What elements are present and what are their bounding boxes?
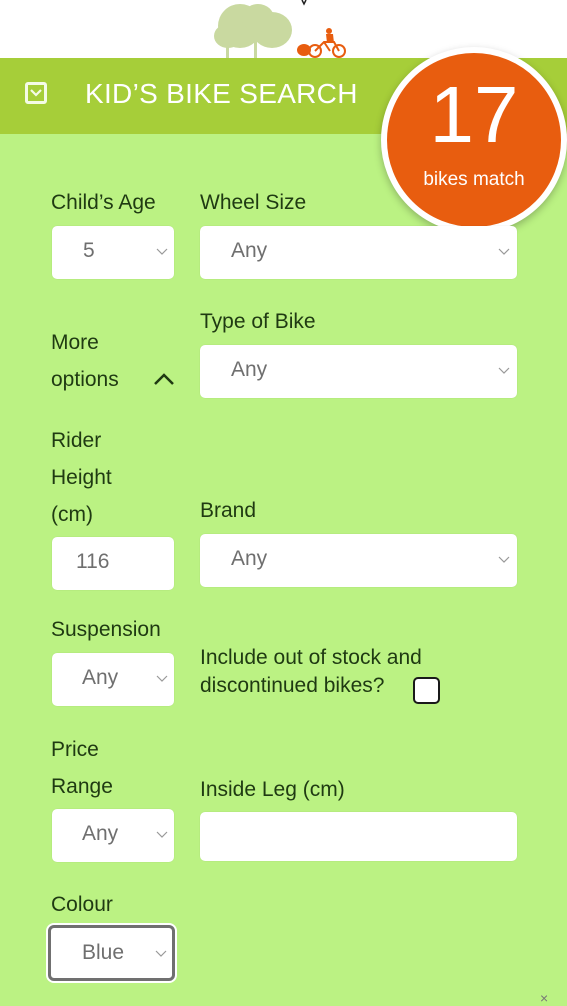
page-title: KID’S BIKE SEARCH (85, 78, 358, 109)
chevron-down-icon (498, 248, 510, 255)
chevron-down-icon (156, 248, 168, 255)
wheel-size-select[interactable]: Any (200, 226, 517, 279)
brand-label: Brand (200, 499, 257, 522)
chevron-down-icon (155, 950, 167, 957)
rider-height-label-line2: Height (51, 466, 112, 489)
suspension-label: Suspension (51, 618, 161, 641)
rider-height-value: 116 (76, 550, 110, 573)
type-of-bike-select[interactable]: Any (200, 345, 517, 398)
include-out-of-stock-label-line2: discontinued bikes? (200, 674, 385, 697)
childs-age-label: Child’s Age (51, 191, 156, 214)
match-label: bikes match (423, 169, 525, 190)
childs-age-select[interactable]: 5 (52, 226, 174, 279)
suspension-select[interactable]: Any (52, 653, 174, 706)
price-range-select[interactable]: Any (52, 809, 174, 862)
chevron-down-icon (156, 831, 168, 838)
rider-height-label-line3: (cm) (51, 503, 93, 526)
include-out-of-stock-label-line1: Include out of stock and (200, 646, 422, 669)
include-out-of-stock-checkbox[interactable] (413, 677, 440, 704)
match-count-badge: 17 bikes match (381, 47, 567, 233)
chevron-down-icon (498, 367, 510, 374)
close-icon[interactable]: × (540, 990, 548, 1006)
brand-select[interactable]: Any (200, 534, 517, 587)
brand-value: Any (231, 547, 268, 570)
match-count: 17 (429, 70, 519, 159)
rider-height-input[interactable]: 116 (52, 537, 174, 590)
rider-height-label-line1: Rider (51, 429, 102, 452)
chevron-down-icon (498, 556, 510, 563)
colour-value: Blue (82, 941, 125, 964)
checkbox-chevron-down-icon[interactable] (25, 82, 47, 104)
colour-label: Colour (51, 893, 113, 916)
inside-leg-label: Inside Leg (cm) (200, 778, 345, 801)
colour-select[interactable]: Blue (48, 925, 175, 981)
price-range-label-line2: Range (51, 775, 113, 798)
childs-age-value: 5 (83, 239, 95, 262)
inside-leg-input[interactable] (200, 812, 517, 861)
wheel-size-value: Any (231, 239, 268, 262)
more-options-label-line2: options (51, 368, 119, 391)
type-of-bike-value: Any (231, 358, 268, 381)
chevron-up-icon[interactable] (153, 372, 175, 386)
price-range-label-line1: Price (51, 738, 99, 761)
price-range-value: Any (82, 822, 119, 845)
more-options-label-line1: More (51, 331, 99, 354)
chevron-down-icon (156, 675, 168, 682)
type-of-bike-label: Type of Bike (200, 310, 316, 333)
suspension-value: Any (82, 666, 119, 689)
wheel-size-label: Wheel Size (200, 191, 307, 214)
